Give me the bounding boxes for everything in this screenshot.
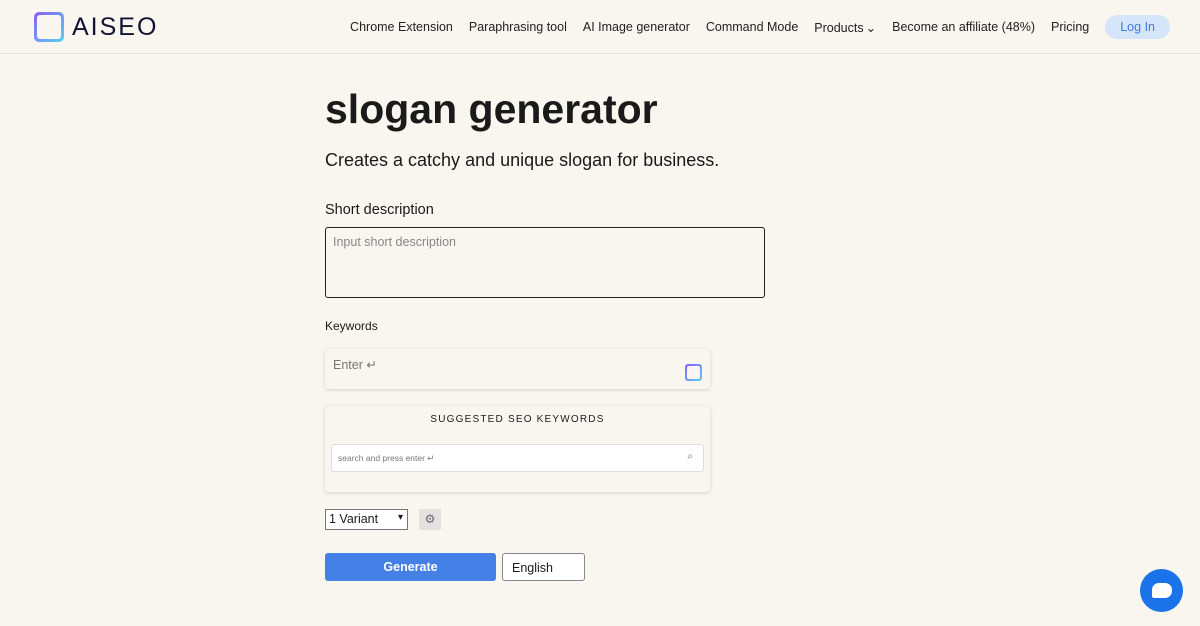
- logo[interactable]: AISEO: [34, 12, 158, 42]
- logo-icon: [34, 12, 64, 42]
- nav-chrome-extension[interactable]: Chrome Extension: [350, 20, 453, 34]
- seo-keywords-title: SUGGESTED SEO KEYWORDS: [430, 414, 605, 425]
- nav: Chrome Extension Paraphrasing tool AI Im…: [334, 15, 1170, 39]
- generate-button[interactable]: Generate: [325, 553, 496, 581]
- chevron-down-icon: ▾: [397, 512, 403, 523]
- short-description-label: Short description: [325, 202, 434, 218]
- gear-icon[interactable]: ⚙: [419, 509, 441, 530]
- seo-search-input[interactable]: search and press enter ↵ ⌕: [331, 444, 704, 472]
- nav-affiliate[interactable]: Become an affiliate (48%): [892, 20, 1035, 34]
- variant-value: 1 Variant: [329, 512, 379, 526]
- page-subtitle: Creates a catchy and unique slogan for b…: [325, 150, 720, 170]
- seo-keywords-panel: SUGGESTED SEO KEYWORDS search and press …: [325, 406, 710, 492]
- nav-pricing[interactable]: Pricing: [1051, 20, 1089, 34]
- page-title: slogan generator: [325, 86, 658, 132]
- variant-select[interactable]: 1 Variant ▾: [325, 509, 408, 530]
- keywords-input[interactable]: Enter ↵: [325, 349, 710, 389]
- header: AISEO Chrome Extension Paraphrasing tool…: [0, 0, 1200, 54]
- login-button[interactable]: Log In: [1105, 15, 1170, 39]
- keywords-placeholder: Enter ↵: [333, 358, 377, 372]
- seo-search-placeholder: search and press enter ↵: [338, 453, 435, 463]
- short-description-input[interactable]: Input short description: [325, 227, 765, 298]
- nav-paraphrasing-tool[interactable]: Paraphrasing tool: [469, 20, 567, 34]
- nav-ai-image-generator[interactable]: AI Image generator: [583, 20, 690, 34]
- nav-command-mode[interactable]: Command Mode: [706, 20, 798, 34]
- nav-products[interactable]: Products ⌄: [814, 20, 876, 35]
- aiseo-logo-icon[interactable]: [685, 364, 702, 381]
- chat-icon[interactable]: [1140, 569, 1183, 612]
- language-select[interactable]: English: [502, 553, 585, 581]
- nav-products-label: Products: [814, 20, 864, 35]
- keywords-label: Keywords: [325, 319, 378, 333]
- brand-name: AISEO: [72, 12, 159, 41]
- search-icon[interactable]: ⌕: [687, 451, 693, 462]
- chevron-down-icon: ⌄: [865, 20, 877, 35]
